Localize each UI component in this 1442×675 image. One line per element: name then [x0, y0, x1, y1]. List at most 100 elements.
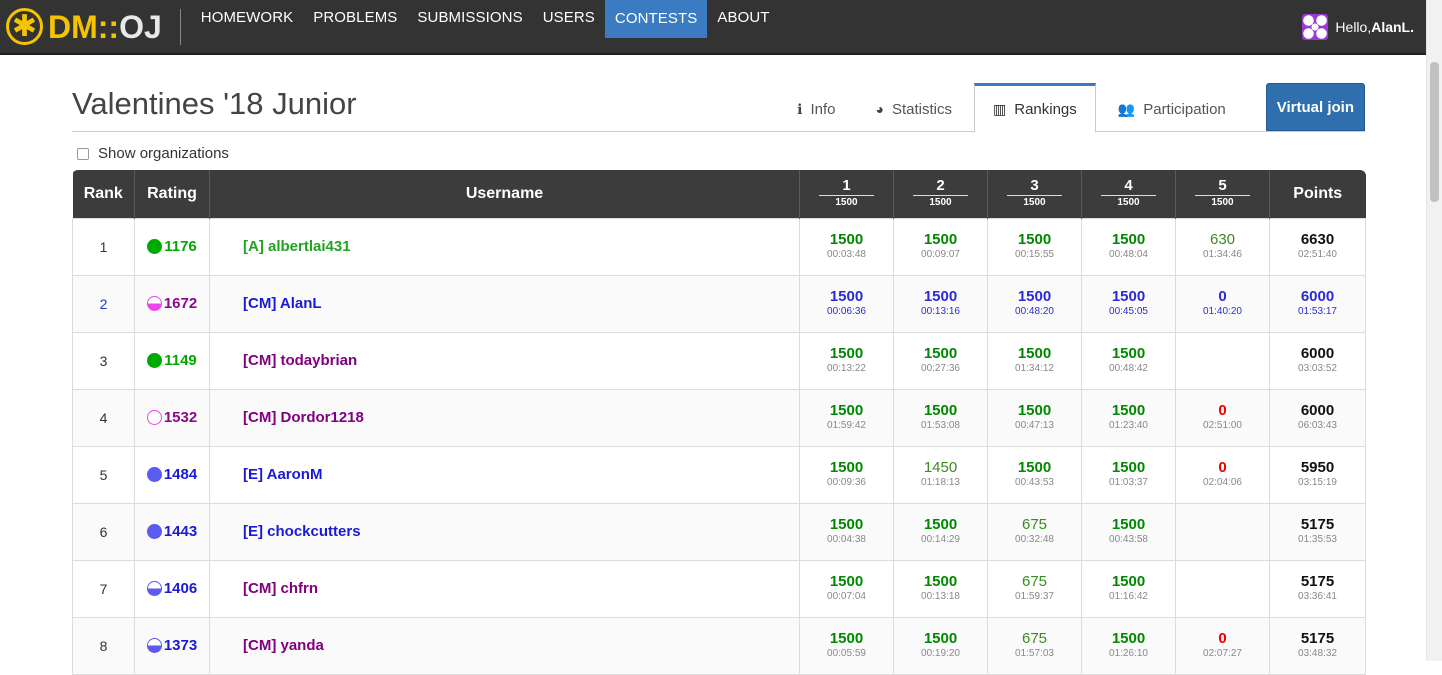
problem-number: 4 — [1124, 177, 1133, 195]
problem-1-score-cell[interactable]: 1500 01:59:42 — [799, 388, 894, 447]
problem-2-score-cell[interactable]: 1500 00:27:36 — [893, 331, 988, 390]
problem-1-score-cell[interactable]: 1500 00:04:38 — [799, 502, 894, 561]
total-time: 01:53:17 — [1298, 306, 1337, 317]
problem-5-score-cell[interactable]: 0 02:07:27 — [1175, 616, 1270, 675]
problem-3-score-cell[interactable]: 1500 00:48:20 — [987, 274, 1082, 333]
problem-4-score-cell[interactable]: 1500 01:26:10 — [1081, 616, 1176, 675]
problem-1-score-cell[interactable]: 1500 00:07:04 — [799, 559, 894, 618]
problem-number: 1 — [842, 177, 851, 195]
problem-score: 1500 — [1111, 459, 1146, 476]
rating-value: 1532 — [163, 409, 198, 426]
problem-5-score-cell[interactable]: 0 02:04:06 — [1175, 445, 1270, 504]
tab-info[interactable]: ℹ Info — [779, 86, 853, 132]
contest-tabs: ℹ Info ◕ Statistics ▥ Rankings 👥 Participation V… — [775, 82, 1365, 133]
problem-time: 00:48:04 — [1109, 249, 1148, 260]
username-link[interactable]: [E] AaronM — [209, 445, 800, 504]
total-points: 6630 — [1300, 231, 1335, 248]
problem-3-score-cell[interactable]: 675 01:59:37 — [987, 559, 1082, 618]
problem-4-score-cell[interactable]: 1500 01:23:40 — [1081, 388, 1176, 447]
page-title: Valentines '18 Junior — [72, 86, 357, 121]
problem-time: 00:13:16 — [921, 306, 960, 317]
problem-time: 02:04:06 — [1203, 477, 1242, 488]
problem-3-header[interactable]: 3 1500 — [987, 170, 1082, 218]
problem-time: 00:13:18 — [921, 591, 960, 602]
problem-2-score-cell[interactable]: 1500 00:09:07 — [893, 217, 988, 276]
rating-cell: 1443 — [134, 502, 210, 561]
username-link[interactable]: [CM] yanda — [209, 616, 800, 675]
problem-1-score-cell[interactable]: 1500 00:05:59 — [799, 616, 894, 675]
problem-3-score-cell[interactable]: 675 00:32:48 — [987, 502, 1082, 561]
problem-1-score-cell[interactable]: 1500 00:06:36 — [799, 274, 894, 333]
site-logo[interactable]: ✱ DM :: OJ — [0, 0, 174, 54]
pie-chart-icon: ◕ — [875, 101, 884, 117]
nav-item-problems[interactable]: PROBLEMS — [303, 0, 407, 36]
problem-1-score-cell[interactable]: 1500 00:13:22 — [799, 331, 894, 390]
total-points-cell: 6630 02:51:40 — [1269, 217, 1366, 276]
problem-4-score-cell[interactable]: 1500 00:48:04 — [1081, 217, 1176, 276]
problem-2-score-cell[interactable]: 1500 00:19:20 — [893, 616, 988, 675]
username-link[interactable]: [A] albertlai431 — [209, 217, 800, 276]
problem-2-score-cell[interactable]: 1450 01:18:13 — [893, 445, 988, 504]
problem-3-score-cell[interactable]: 1500 01:34:12 — [987, 331, 1082, 390]
username-header[interactable]: Username — [209, 170, 800, 218]
problem-4-score-cell[interactable]: 1500 00:48:42 — [1081, 331, 1176, 390]
problem-1-header[interactable]: 1 1500 — [799, 170, 894, 218]
problem-4-score-cell[interactable]: 1500 01:16:42 — [1081, 559, 1176, 618]
problem-5-score-cell[interactable]: 630 01:34:46 — [1175, 217, 1270, 276]
virtual-join-button[interactable]: Virtual join — [1265, 83, 1365, 131]
username-link[interactable]: [CM] todaybrian — [209, 331, 800, 390]
tab-statistics[interactable]: ◕ Statistics — [858, 86, 970, 132]
problem-time: 01:16:42 — [1109, 591, 1148, 602]
problem-1-score-cell[interactable]: 1500 00:09:36 — [799, 445, 894, 504]
problem-2-header[interactable]: 2 1500 — [893, 170, 988, 218]
problem-3-score-cell[interactable]: 1500 00:15:55 — [987, 217, 1082, 276]
problem-4-score-cell[interactable]: 1500 01:03:37 — [1081, 445, 1176, 504]
problem-3-score-cell[interactable]: 1500 00:47:13 — [987, 388, 1082, 447]
tab-participation[interactable]: 👥 Participation — [1100, 86, 1244, 132]
nav-item-homework[interactable]: HOMEWORK — [191, 0, 303, 36]
username-link[interactable]: [CM] Dordor1218 — [209, 388, 800, 447]
current-username: AlanL. — [1371, 18, 1414, 35]
show-organizations-checkbox[interactable] — [77, 147, 89, 160]
problem-time: 00:45:05 — [1109, 306, 1148, 317]
problem-time: 00:04:38 — [827, 534, 866, 545]
points-header[interactable]: Points — [1269, 170, 1366, 218]
problem-3-score-cell[interactable]: 675 01:57:03 — [987, 616, 1082, 675]
nav-item-contests[interactable]: CONTESTS — [604, 0, 708, 38]
problem-2-score-cell[interactable]: 1500 00:13:18 — [893, 559, 988, 618]
problem-3-score-cell[interactable]: 1500 00:43:53 — [987, 445, 1082, 504]
problem-score: 630 — [1209, 231, 1236, 248]
user-menu[interactable]: Hello, AlanL. — [1302, 13, 1426, 40]
show-organizations-toggle[interactable]: Show organizations — [77, 145, 229, 162]
problem-time: 00:07:04 — [827, 591, 866, 602]
nav-item-submissions[interactable]: SUBMISSIONS — [407, 0, 532, 36]
scrollbar-thumb[interactable] — [1430, 62, 1439, 202]
problem-2-score-cell[interactable]: 1500 00:13:16 — [893, 274, 988, 333]
problem-5-header[interactable]: 5 1500 — [1175, 170, 1270, 218]
username-link[interactable]: [CM] AlanL — [209, 274, 800, 333]
username-link[interactable]: [E] chockcutters — [209, 502, 800, 561]
username-link[interactable]: [CM] chfrn — [209, 559, 800, 618]
rating-header[interactable]: Rating — [134, 170, 210, 218]
problem-4-score-cell[interactable]: 1500 00:43:58 — [1081, 502, 1176, 561]
problem-5-score-cell[interactable]: 0 01:40:20 — [1175, 274, 1270, 333]
rating-cell: 1532 — [134, 388, 210, 447]
problem-score: 1500 — [829, 516, 864, 533]
logo-dm: DM — [48, 8, 98, 45]
nav-item-users[interactable]: USERS — [533, 0, 605, 36]
problem-5-score-cell[interactable]: 0 02:51:00 — [1175, 388, 1270, 447]
nav-item-about[interactable]: ABOUT — [707, 0, 779, 36]
problem-4-score-cell[interactable]: 1500 00:45:05 — [1081, 274, 1176, 333]
problem-1-score-cell[interactable]: 1500 00:03:48 — [799, 217, 894, 276]
rank-cell: 6 — [72, 502, 135, 561]
problem-2-score-cell[interactable]: 1500 01:53:08 — [893, 388, 988, 447]
tab-rankings[interactable]: ▥ Rankings — [974, 83, 1096, 133]
problem-4-header[interactable]: 4 1500 — [1081, 170, 1176, 218]
problem-time: 00:32:48 — [1015, 534, 1054, 545]
page-scrollbar[interactable] — [1426, 0, 1442, 661]
problem-2-score-cell[interactable]: 1500 00:14:29 — [893, 502, 988, 561]
rank-header[interactable]: Rank — [72, 170, 135, 218]
problem-score: 1500 — [1017, 345, 1052, 362]
total-points: 6000 — [1300, 345, 1335, 362]
total-points: 6000 — [1300, 288, 1335, 305]
